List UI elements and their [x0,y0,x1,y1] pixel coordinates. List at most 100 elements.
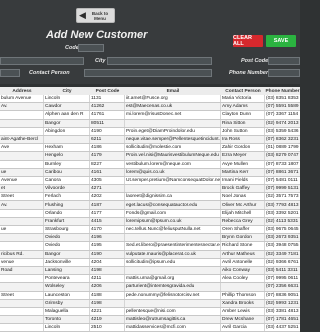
table-row[interactable]: Av. Flushing 4187 eget.lacus@consequataucto… [0,201,300,210]
address-cell[interactable] [0,160,44,168]
post-code-cell[interactable]: 4195 [90,242,125,250]
table-row[interactable]: Lincoln 2510 mattidasservices@mcfi.com Avri… [0,324,300,332]
address-cell[interactable]: Ave [0,144,44,152]
phone-number-cell[interactable]: (03) 7793 4813 [265,201,300,208]
phone-number-cell[interactable]: (07) 2356 6631 [265,283,300,290]
city-cell[interactable]: Lincoln [44,324,90,332]
email-cell[interactable]: mattisleo@rutrumsagittis.ca [125,316,221,324]
address-input[interactable] [0,57,84,65]
email-cell[interactable]: sollicitudin@ipsum.edu [125,258,221,266]
post-code-cell[interactable]: 4198 [90,299,125,307]
email-cell[interactable]: pede.nonummy@felisnotorcisv.net [125,291,221,299]
address-cell[interactable] [0,217,44,225]
phone-number-cell[interactable]: (03) 2673 9351 [265,234,300,241]
phone-number-cell[interactable]: (03) 4437 5251 [265,324,300,331]
table-row[interactable]: venue Jacksonville 4204 sollicitudin@ipsum.… [0,258,300,267]
email-cell[interactable]: Ut.semper.pretium@NamconsequatDolor.net [125,176,221,185]
address-cell[interactable]: aint-Agathe-Bercl [0,135,44,144]
contact-person-cell[interactable]: Arthur Matheus [221,250,265,258]
city-cell[interactable]: Flushing [44,201,90,209]
address-cell[interactable] [0,307,44,316]
table-row[interactable]: Hengelo 4179 Proin.vel.nisi@Maurisvestibul… [0,152,300,161]
address-cell[interactable]: venue [0,258,44,266]
contact-person-cell[interactable]: Maria Victoria [221,95,265,103]
post-code-cell[interactable]: 6211 [90,135,125,144]
contact-person-cell[interactable]: Oliver Mc Arthur [221,201,265,209]
post-code-cell[interactable]: 4219 [90,316,125,324]
contact-person-cell[interactable]: Rina Sitton [221,119,265,127]
contact-person-cell[interactable]: Xandra Brooks [221,299,265,307]
table-row[interactable]: bulum Avenue Lincoln 1131 iit.amet@Fusce.or… [0,95,300,104]
phone-number-cell[interactable]: (03) 8279 0747 [265,152,300,159]
code-input[interactable] [78,44,104,52]
city-cell[interactable]: Orlando [44,209,90,217]
post-code-cell[interactable]: 80511 [90,119,125,127]
city-cell[interactable] [44,135,90,144]
table-row[interactable]: et Vilvoorde 4271 Brock Gaffey (07) 9999 513… [0,185,300,194]
city-cell[interactable]: Ponteveara [44,275,90,283]
column-header[interactable]: Phone Number [265,87,300,95]
phone-number-cell[interactable]: (07) 8733 1807 [265,161,300,168]
email-cell[interactable] [125,119,221,127]
city-cell[interactable]: Hengelo [44,152,90,160]
address-cell[interactable] [0,119,44,127]
table-row[interactable]: ue Caribou 4161 lorem@quis.co.uk Martina Ker… [0,168,300,177]
post-code-cell[interactable]: 4198 [90,266,125,275]
post-code-cell[interactable]: 4415 [90,217,125,225]
email-cell[interactable]: neque.vitae.semper@Pellentesquetincidunt… [125,135,221,144]
phone-number-cell[interactable]: (03) 9675 0645 [265,226,300,233]
address-cell[interactable] [0,209,44,217]
city-cell[interactable]: Malaguella [44,307,90,316]
email-input[interactable] [0,69,20,77]
email-cell[interactable] [125,185,221,193]
table-row[interactable]: Oviedo 4196 Brynn Gordon (03) 2673 9351 [0,234,300,243]
city-cell[interactable]: Abingdon [44,127,90,135]
contact-person-cell[interactable]: Avye Mullen [221,160,265,168]
address-cell[interactable]: ue [0,168,44,176]
post-code-cell[interactable]: 4186 [90,144,125,152]
contact-person-cell[interactable]: Avril Garcia [221,324,265,332]
city-cell[interactable]: Lincoln [44,95,90,103]
post-code-cell[interactable]: 4206 [90,283,125,291]
city-input[interactable] [107,57,212,65]
contact-person-cell[interactable]: Brock Gaffey [221,185,265,193]
phone-number-cell[interactable]: (07) 8362 3231 [265,136,300,143]
contact-person-cell[interactable]: Martina Kerr [221,168,265,176]
phone-number-cell[interactable]: (07) 8836 9051 [265,292,300,299]
address-cell[interactable] [0,283,44,291]
contact-person-cell[interactable]: Elijah Mitchell [221,209,265,217]
phone-number-cell[interactable]: (07) 9999 5131 [265,185,300,192]
table-row[interactable]: Toronto 4219 mattisleo@rutrumsagittis.ca Dr… [0,316,300,325]
table-row[interactable]: Ponteveara 4211 mattis.urna@gmail.org Alea … [0,275,300,284]
column-header[interactable]: City [44,87,90,95]
phone-number-input[interactable] [268,69,300,77]
address-cell[interactable] [0,299,44,307]
table-row[interactable]: Burnley 8227 vestibulum.lorem@neque.com Avy… [0,160,300,169]
post-code-cell[interactable]: 4271 [90,185,125,193]
city-cell[interactable]: Jacksonville [44,258,90,266]
table-row[interactable]: ricibus Rd. Bangor 4190 vulputate.mauris@pl… [0,250,300,259]
post-code-cell[interactable]: 4305 [90,176,125,185]
city-cell[interactable]: Launceston [44,291,90,299]
contact-person-cell[interactable]: John Sutton [221,127,265,135]
email-cell[interactable]: sollicitudin@molestie.com [125,144,221,152]
table-row[interactable]: Abingdon 4190 Proin.eget@DiamProindolor.ed… [0,127,300,136]
email-cell[interactable]: lorem@quis.co.uk [125,168,221,176]
post-code-cell[interactable]: 4221 [90,307,125,316]
address-cell[interactable] [0,316,44,324]
address-cell[interactable] [0,242,44,250]
phone-number-cell[interactable]: (03) 3948 0755 [265,242,300,249]
email-cell[interactable]: iit.amet@Fusce.org [125,95,221,103]
city-cell[interactable]: Frankfurt [44,217,90,225]
post-code-cell[interactable]: 4170 [90,226,125,234]
city-cell[interactable]: Oviedo [44,234,90,242]
contact-person-cell[interactable]: Amy Adams [221,103,265,111]
contact-person-cell[interactable] [221,283,265,291]
address-cell[interactable] [0,275,44,283]
city-cell[interactable]: Ferlach [44,193,90,201]
city-cell[interactable]: Wolseley [44,283,90,291]
column-header[interactable]: Contact Person [221,87,265,95]
city-cell[interactable]: Cawdor [44,103,90,111]
table-row[interactable]: Road Lansing 4198 Aiko Conway (03) 5411 3311 [0,266,300,276]
phone-number-cell[interactable]: (03) 5359 5436 [265,128,300,135]
